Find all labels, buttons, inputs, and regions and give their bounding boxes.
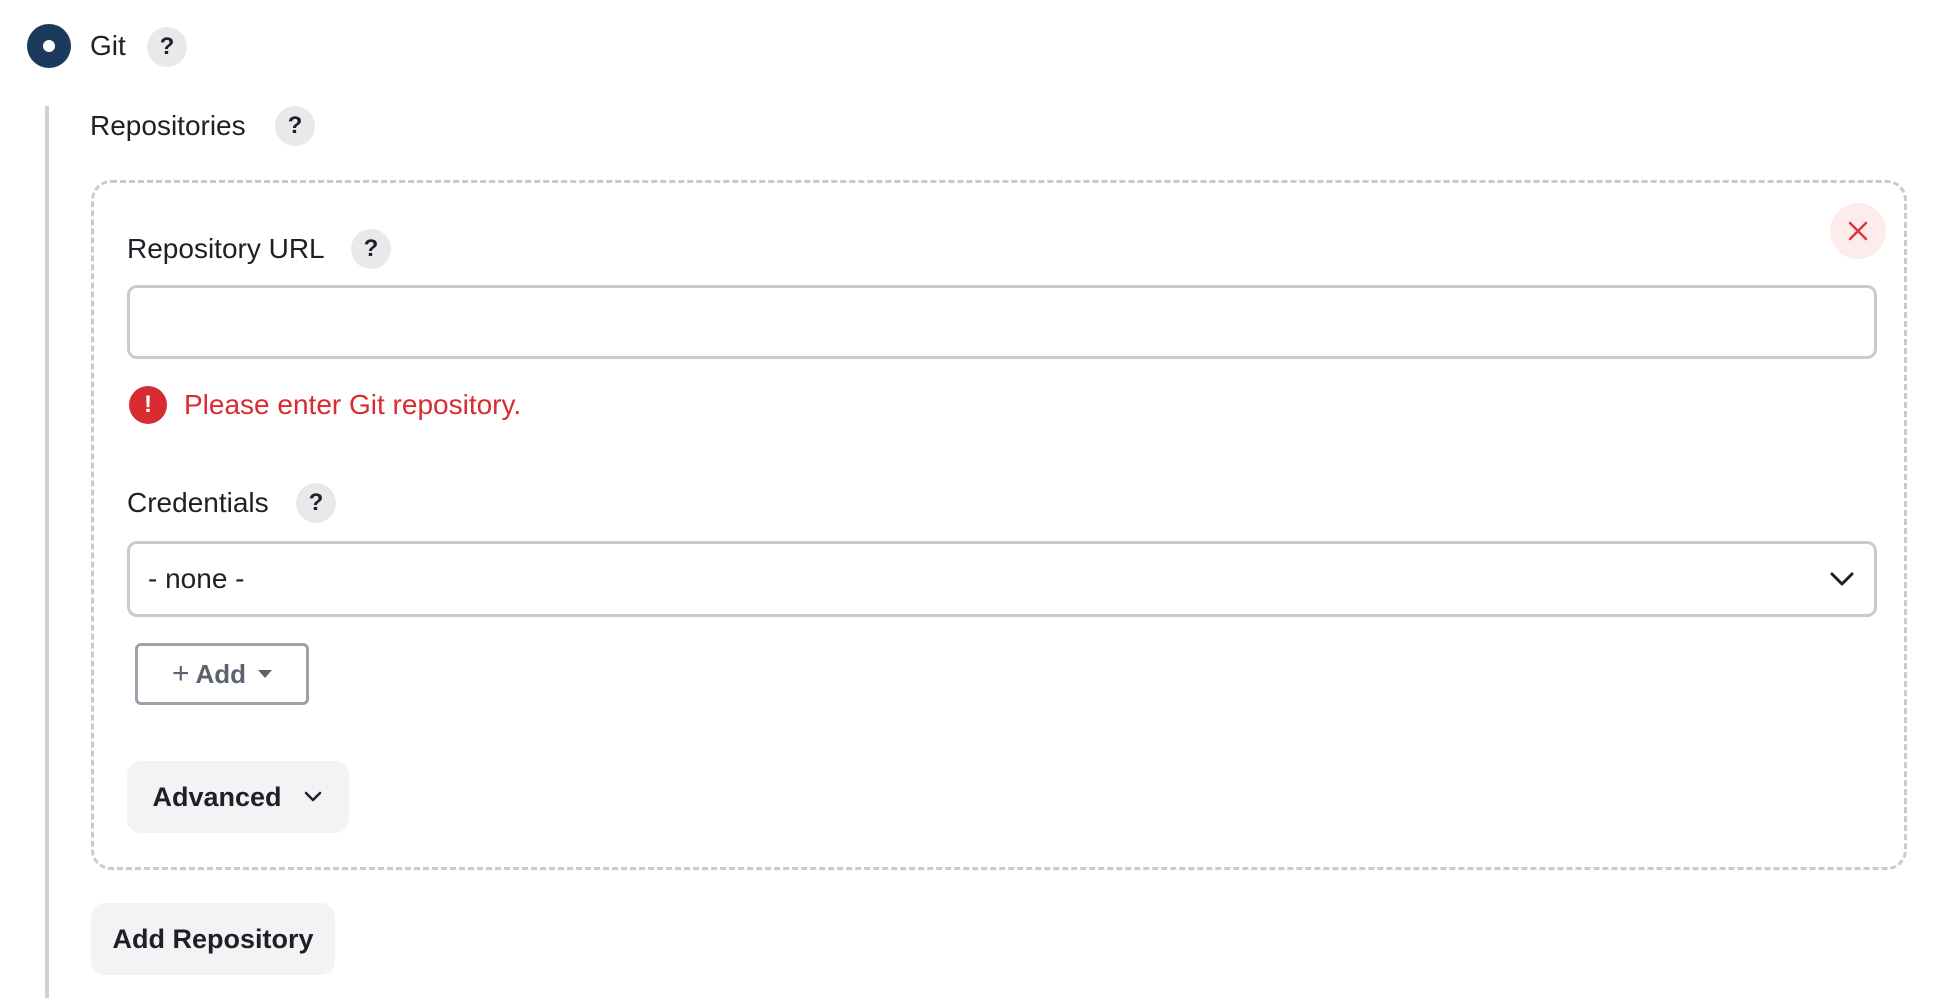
credentials-help-icon[interactable]: ? (296, 483, 336, 523)
repository-url-label: Repository URL (127, 233, 325, 264)
advanced-button[interactable]: Advanced (127, 761, 349, 833)
remove-repository-button[interactable] (1830, 203, 1886, 259)
add-repository-label: Add Repository (112, 923, 314, 954)
credentials-select[interactable]: - none - (127, 541, 1877, 617)
credentials-selected-value: - none - (148, 563, 245, 594)
add-repository-button[interactable]: Add Repository (91, 903, 335, 975)
git-label: Git (90, 30, 126, 61)
advanced-label: Advanced (152, 781, 282, 812)
error-icon: ! (129, 386, 167, 424)
section-indent-line (45, 106, 49, 998)
git-radio-button[interactable] (27, 24, 71, 68)
radio-selected-icon (43, 40, 55, 52)
repository-url-help-icon[interactable]: ? (351, 229, 391, 269)
repositories-label: Repositories (90, 110, 246, 141)
caret-down-icon (258, 670, 273, 678)
add-credentials-label: Add (195, 658, 247, 689)
git-help-icon[interactable]: ? (147, 27, 187, 67)
chevron-down-icon (1830, 572, 1854, 586)
repositories-help-icon[interactable]: ? (275, 106, 315, 146)
add-credentials-button[interactable]: + Add (135, 643, 309, 705)
credentials-label: Credentials (127, 487, 269, 518)
chevron-down-icon (304, 791, 321, 802)
close-icon (1848, 221, 1868, 241)
git-scm-config: Git ? Repositories ? Repository URL ? ! … (0, 0, 1944, 998)
repository-url-error: Please enter Git repository. (184, 389, 522, 420)
plus-icon: + (171, 657, 190, 690)
repository-card (91, 180, 1907, 870)
repository-url-input[interactable] (127, 285, 1877, 359)
